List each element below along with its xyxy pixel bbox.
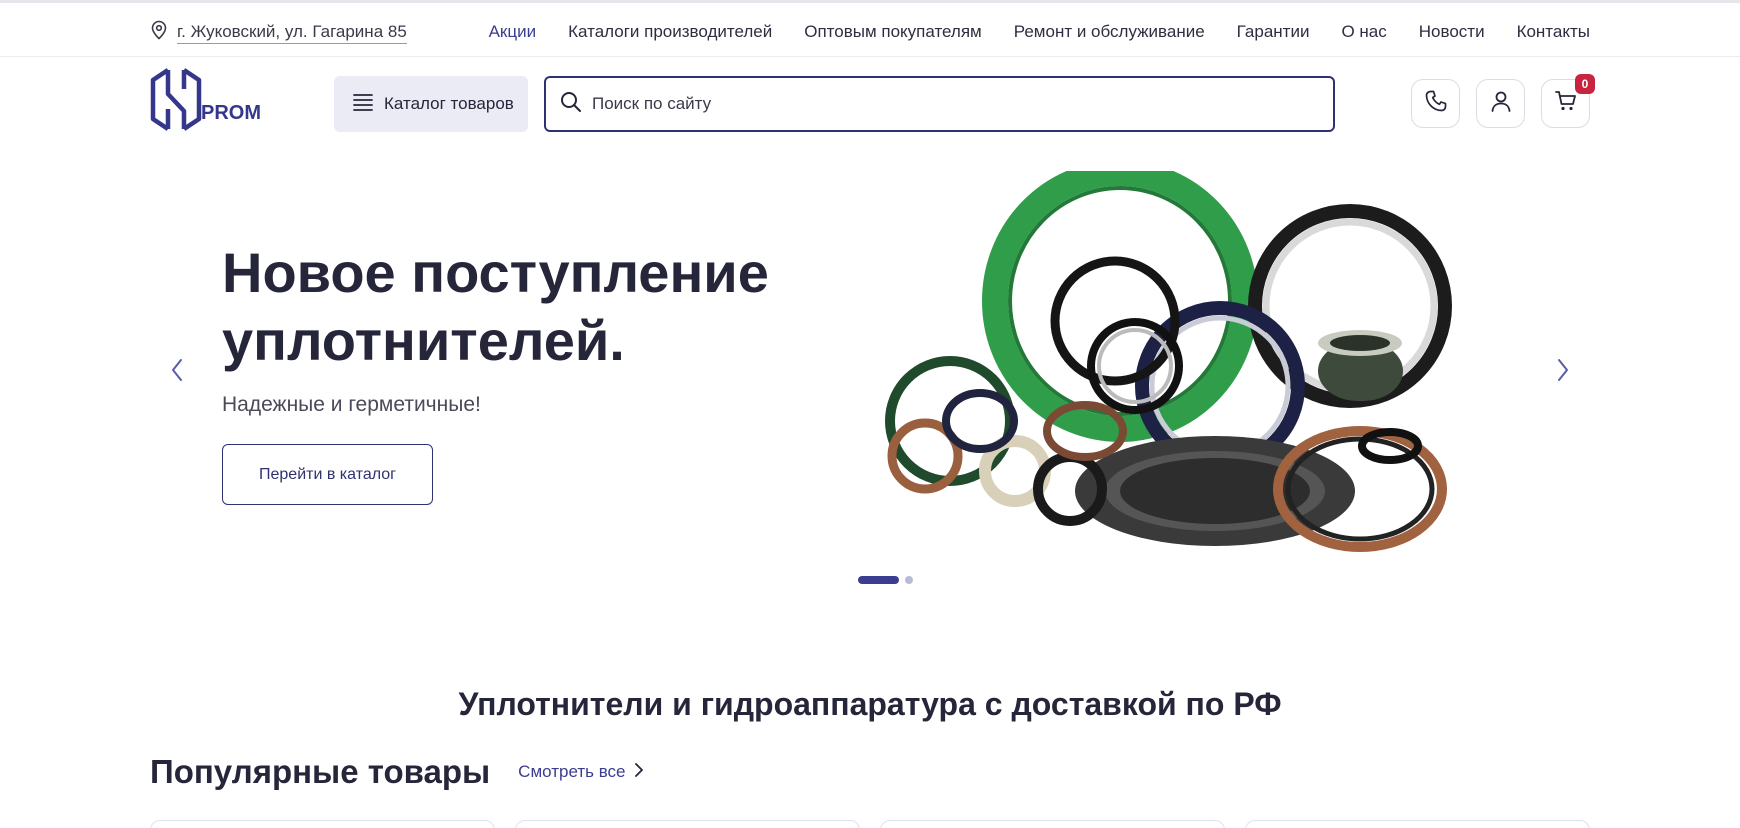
- chevron-right-icon: [634, 762, 644, 783]
- slider-pagination: [858, 576, 913, 584]
- search-box[interactable]: [544, 76, 1335, 132]
- popular-products-title: Популярные товары: [150, 753, 491, 790]
- address-link[interactable]: г. Жуковский, ул. Гагарина 85: [150, 20, 407, 45]
- top-navigation: Акции Каталоги производителей Оптовым по…: [489, 22, 1590, 42]
- product-cards-row: [150, 820, 1590, 828]
- site-logo[interactable]: PROM: [148, 67, 261, 137]
- cart-icon: [1554, 89, 1578, 118]
- catalog-button-label: Каталог товаров: [384, 94, 514, 113]
- phone-icon: [1424, 89, 1448, 118]
- catalog-button[interactable]: Каталог товаров: [334, 76, 528, 132]
- hero-title: Новое поступление уплотнителей.: [222, 241, 769, 372]
- hero-subtitle: Надежные и герметичные!: [222, 393, 481, 416]
- slider-prev-button[interactable]: [162, 357, 192, 387]
- top-bar: г. Жуковский, ул. Гагарина 85 Акции Ката…: [0, 0, 1740, 57]
- nav-link-news[interactable]: Новости: [1419, 22, 1485, 42]
- account-button[interactable]: [1476, 79, 1525, 128]
- nav-link-repair[interactable]: Ремонт и обслуживание: [1014, 22, 1205, 42]
- svg-text:PROM: PROM: [201, 102, 260, 124]
- see-all-label: Смотреть все: [518, 762, 626, 781]
- user-icon: [1489, 89, 1513, 118]
- phone-button[interactable]: [1411, 79, 1460, 128]
- product-card[interactable]: [515, 820, 860, 828]
- nav-link-manufacturer-catalogs[interactable]: Каталоги производителей: [568, 22, 772, 42]
- hero-seals-image: [875, 160, 1520, 566]
- section-title: Уплотнители и гидроаппаратура с доставко…: [458, 686, 1282, 722]
- nav-link-contacts[interactable]: Контакты: [1517, 22, 1590, 42]
- nav-link-wholesale[interactable]: Оптовым покупателям: [804, 22, 982, 42]
- go-to-catalog-button[interactable]: Перейти в каталог: [222, 444, 433, 505]
- product-card[interactable]: [1245, 820, 1590, 828]
- see-all-link[interactable]: Смотреть все: [518, 762, 643, 783]
- chevron-right-icon: [1555, 357, 1571, 388]
- nav-link-promotions[interactable]: Акции: [489, 22, 537, 42]
- address-text[interactable]: г. Жуковский, ул. Гагарина 85: [177, 22, 407, 44]
- slider-dot-2[interactable]: [905, 576, 913, 584]
- nav-link-warranty[interactable]: Гарантии: [1237, 22, 1310, 42]
- slider-next-button[interactable]: [1548, 357, 1578, 387]
- popular-products-header: Популярные товары Смотреть все: [150, 753, 644, 791]
- chevron-left-icon: [169, 357, 185, 388]
- slider-dot-1[interactable]: [858, 576, 899, 584]
- product-card[interactable]: [880, 820, 1225, 828]
- hero-slider: Новое поступление уплотнителей. Надежные…: [0, 157, 1740, 597]
- menu-icon: [352, 93, 374, 116]
- search-input[interactable]: [592, 94, 1292, 114]
- nav-link-about[interactable]: О нас: [1341, 22, 1386, 42]
- cart-button[interactable]: 0: [1541, 74, 1595, 128]
- site-header: PROM Каталог товаров 0: [0, 57, 1740, 157]
- cart-count-badge: 0: [1575, 74, 1595, 94]
- product-card[interactable]: [150, 820, 495, 828]
- location-pin-icon: [150, 20, 168, 45]
- search-icon: [560, 91, 582, 118]
